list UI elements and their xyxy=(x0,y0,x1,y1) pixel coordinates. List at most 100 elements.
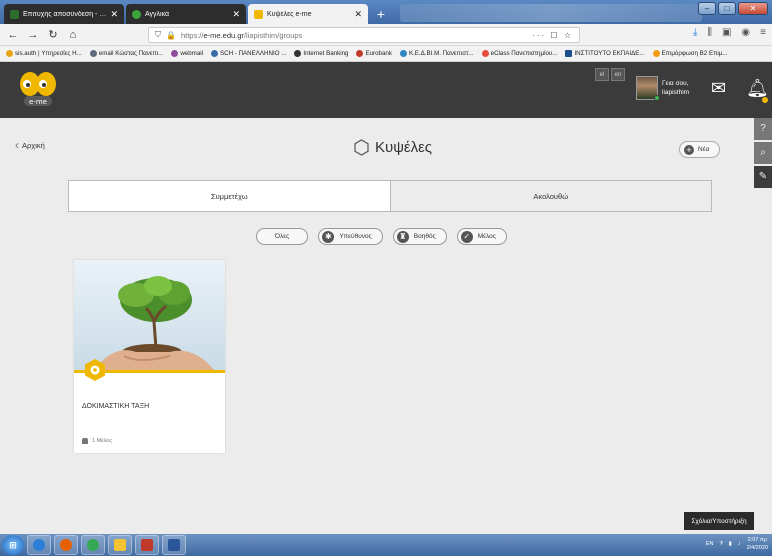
browser-navbar: ← → ↻ ⌂ ⛉ 🔒 https://e-me.edu.gr/liapisth… xyxy=(0,24,772,46)
owner-gear-icon xyxy=(85,359,105,381)
page-title: Κυψέλες xyxy=(354,139,432,156)
tab-participating[interactable]: Συμμετέχω xyxy=(68,180,391,212)
mail-icon[interactable]: ✉ xyxy=(711,78,726,99)
blurred-tab-area xyxy=(400,4,702,22)
plus-icon: + xyxy=(684,144,694,155)
back-arrow-icon[interactable]: ← xyxy=(6,29,20,41)
close-tab-icon[interactable]: ✕ xyxy=(232,9,240,20)
new-label: Νέα xyxy=(698,146,710,153)
bookmark-item[interactable]: email Κώστας Πανεπι... xyxy=(89,50,163,57)
sidebar-icon[interactable]: ▣ xyxy=(722,27,731,38)
bookmark-item[interactable]: Eurobank xyxy=(356,50,392,57)
network-icon[interactable]: ▮ xyxy=(729,541,732,547)
user-menu[interactable]: Γεια σου, liapisthim xyxy=(636,76,690,101)
browser-tab-eme[interactable]: Κυψέλες e-me ✕ xyxy=(248,4,368,24)
lang-en-button[interactable]: en xyxy=(611,68,625,81)
group-cover-image xyxy=(74,260,225,370)
pencil-icon[interactable]: ✎ xyxy=(754,166,772,188)
forward-arrow-icon[interactable]: → xyxy=(26,29,40,41)
bell-icon[interactable]: 🔔︎ xyxy=(746,78,769,99)
address-bar[interactable]: ⛉ 🔒 https://e-me.edu.gr/liapisthim/group… xyxy=(148,27,580,43)
help-tray-icon[interactable]: ❓︎ xyxy=(719,541,722,548)
download-icon[interactable]: ⤓ xyxy=(693,27,697,38)
person-icon xyxy=(82,438,88,444)
language-indicator[interactable]: EN xyxy=(706,541,714,547)
search-icon[interactable]: ⌕ xyxy=(754,142,772,164)
eme-favicon-icon xyxy=(254,9,263,19)
windows-taskbar: ⊞ EN ❓︎ ▮ ♪ 2:07 πμ 2/4/2020 xyxy=(0,534,772,556)
close-tab-icon[interactable]: ✕ xyxy=(354,9,362,20)
browser-tab-english[interactable]: Αγγλικά ✕ xyxy=(126,4,246,24)
back-label: Αρχική xyxy=(22,140,45,150)
minimize-button[interactable]: – xyxy=(698,2,716,15)
taskbar-app-firefox[interactable] xyxy=(54,535,78,555)
browser-tab-cas[interactable]: Επιτυχής αποσύνδεση - CAS - C ✕ xyxy=(4,4,124,24)
bookmark-item[interactable]: ΙΝΣΤΙΤΟΥΤΟ ΕΚΠΑΙΔΕ... xyxy=(565,50,645,57)
browser-tab-strip: Επιτυχής αποσύνδεση - CAS - C ✕ Αγγλικά … xyxy=(0,0,772,24)
tab-title: Επιτυχής αποσύνδεση - CAS - C xyxy=(23,10,106,18)
menu-icon[interactable]: ≡ xyxy=(760,27,766,38)
new-tab-button[interactable]: + xyxy=(372,6,390,24)
reload-icon[interactable]: ↻ xyxy=(46,28,60,41)
taskbar-app-folder[interactable] xyxy=(108,535,132,555)
filter-owner-button[interactable]: ✱ Υπεύθυνος xyxy=(318,228,383,245)
close-tab-icon[interactable]: ✕ xyxy=(110,9,118,20)
close-window-button[interactable]: ✕ xyxy=(738,2,768,15)
system-tray: EN ❓︎ ▮ ♪ 2:07 πμ 2/4/2020 xyxy=(706,536,768,552)
member-count-text: 1 Μέλος xyxy=(92,438,112,444)
hexagon-icon xyxy=(354,139,369,156)
member-count: 1 Μέλος xyxy=(82,438,112,444)
account-icon[interactable]: ◉ xyxy=(741,27,750,38)
taskbar-app-word[interactable] xyxy=(162,535,186,555)
tab-title: Αγγλικά xyxy=(145,10,170,18)
taskbar-app-chrome[interactable] xyxy=(81,535,105,555)
notification-badge xyxy=(762,97,768,103)
page-title-text: Κυψέλες xyxy=(375,139,433,156)
bookmark-item[interactable]: Internet Banking xyxy=(294,50,348,57)
shield-icon: ⛉ xyxy=(155,30,161,39)
new-group-button[interactable]: + Νέα xyxy=(679,141,720,158)
library-icon[interactable]: ⫼ xyxy=(707,27,712,38)
group-card[interactable]: ΔΟΚΙΜΑΣΤΙΚΗ ΤΑΞΗ 1 Μέλος xyxy=(74,260,225,453)
cas-favicon-icon xyxy=(10,9,19,19)
home-icon[interactable]: ⌂ xyxy=(66,29,80,41)
bookmark-item[interactable]: webmail xyxy=(171,50,203,57)
right-tool-strip: ? ⌕ ✎ xyxy=(754,118,772,190)
language-switcher: el en xyxy=(595,68,625,81)
role-filters: Όλες ✱ Υπεύθυνος ♜ Βοηθός ✓ Μέλος xyxy=(256,228,507,245)
group-title[interactable]: ΔΟΚΙΜΑΣΤΙΚΗ ΤΑΞΗ xyxy=(82,403,149,410)
svg-text:e-me: e-me xyxy=(29,98,47,106)
volume-icon[interactable]: ♪ xyxy=(738,541,741,547)
start-button[interactable]: ⊞ xyxy=(2,535,24,555)
tab-following[interactable]: Ακολουθώ xyxy=(390,180,712,212)
taskbar-app-ie[interactable] xyxy=(27,535,51,555)
bookmark-item[interactable]: Επιμόρφωση Β2 Επιμ... xyxy=(652,50,727,57)
bookmark-item[interactable]: Κ.Ε.Δ.ΒΙ.Μ. Πανεπιστ... xyxy=(399,50,474,57)
user-star-icon: ♜ xyxy=(396,230,409,243)
filter-all-button[interactable]: Όλες xyxy=(256,228,309,245)
filter-assistant-button[interactable]: ♜ Βοηθός xyxy=(392,228,447,245)
eme-logo-icon[interactable]: e-me xyxy=(16,70,60,110)
gear-icon: ✱ xyxy=(322,230,335,243)
taskbar-app-media[interactable] xyxy=(135,535,159,555)
feedback-support-button[interactable]: Σχόλια/Υποστήριξη xyxy=(684,512,754,530)
groups-tabs: Συμμετέχω Ακολουθώ xyxy=(68,180,712,212)
clock[interactable]: 2:07 πμ 2/4/2020 xyxy=(747,536,768,552)
bookmark-item[interactable]: eClass Πανεπιστημίου... xyxy=(481,50,557,57)
chevron-left-icon: ‹ xyxy=(15,138,19,152)
main-content: ‹ Αρχική Κυψέλες + Νέα Συμμετέχω Ακολουθ… xyxy=(0,118,772,534)
lang-el-button[interactable]: el xyxy=(595,68,609,81)
maximize-button[interactable]: □ xyxy=(718,2,736,15)
filter-label: Μέλος xyxy=(477,233,496,240)
bookmark-item[interactable]: SCH - ΠΑΝΕΛΛΗΝΙΟ ... xyxy=(211,50,286,57)
filter-member-button[interactable]: ✓ Μέλος xyxy=(456,228,507,245)
bookmark-item[interactable]: sis.auth | Υπηρεσίες Η... xyxy=(6,50,82,57)
user-greeting: Γεια σου, liapisthim xyxy=(662,80,690,96)
url-text: https://e-me.edu.gr/liapisthim/groups xyxy=(180,30,303,40)
page-actions-icon[interactable]: ··· ☐ ☆ xyxy=(532,31,573,40)
avatar[interactable] xyxy=(636,76,660,101)
help-icon[interactable]: ? xyxy=(754,118,772,140)
home-back-link[interactable]: ‹ Αρχική xyxy=(15,138,45,152)
bookmarks-bar: sis.auth | Υπηρεσίες Η... email Κώστας Π… xyxy=(0,46,772,62)
site-header: e-me el en Γεια σου, liapisthim ✉ 🔔︎ xyxy=(0,62,772,118)
